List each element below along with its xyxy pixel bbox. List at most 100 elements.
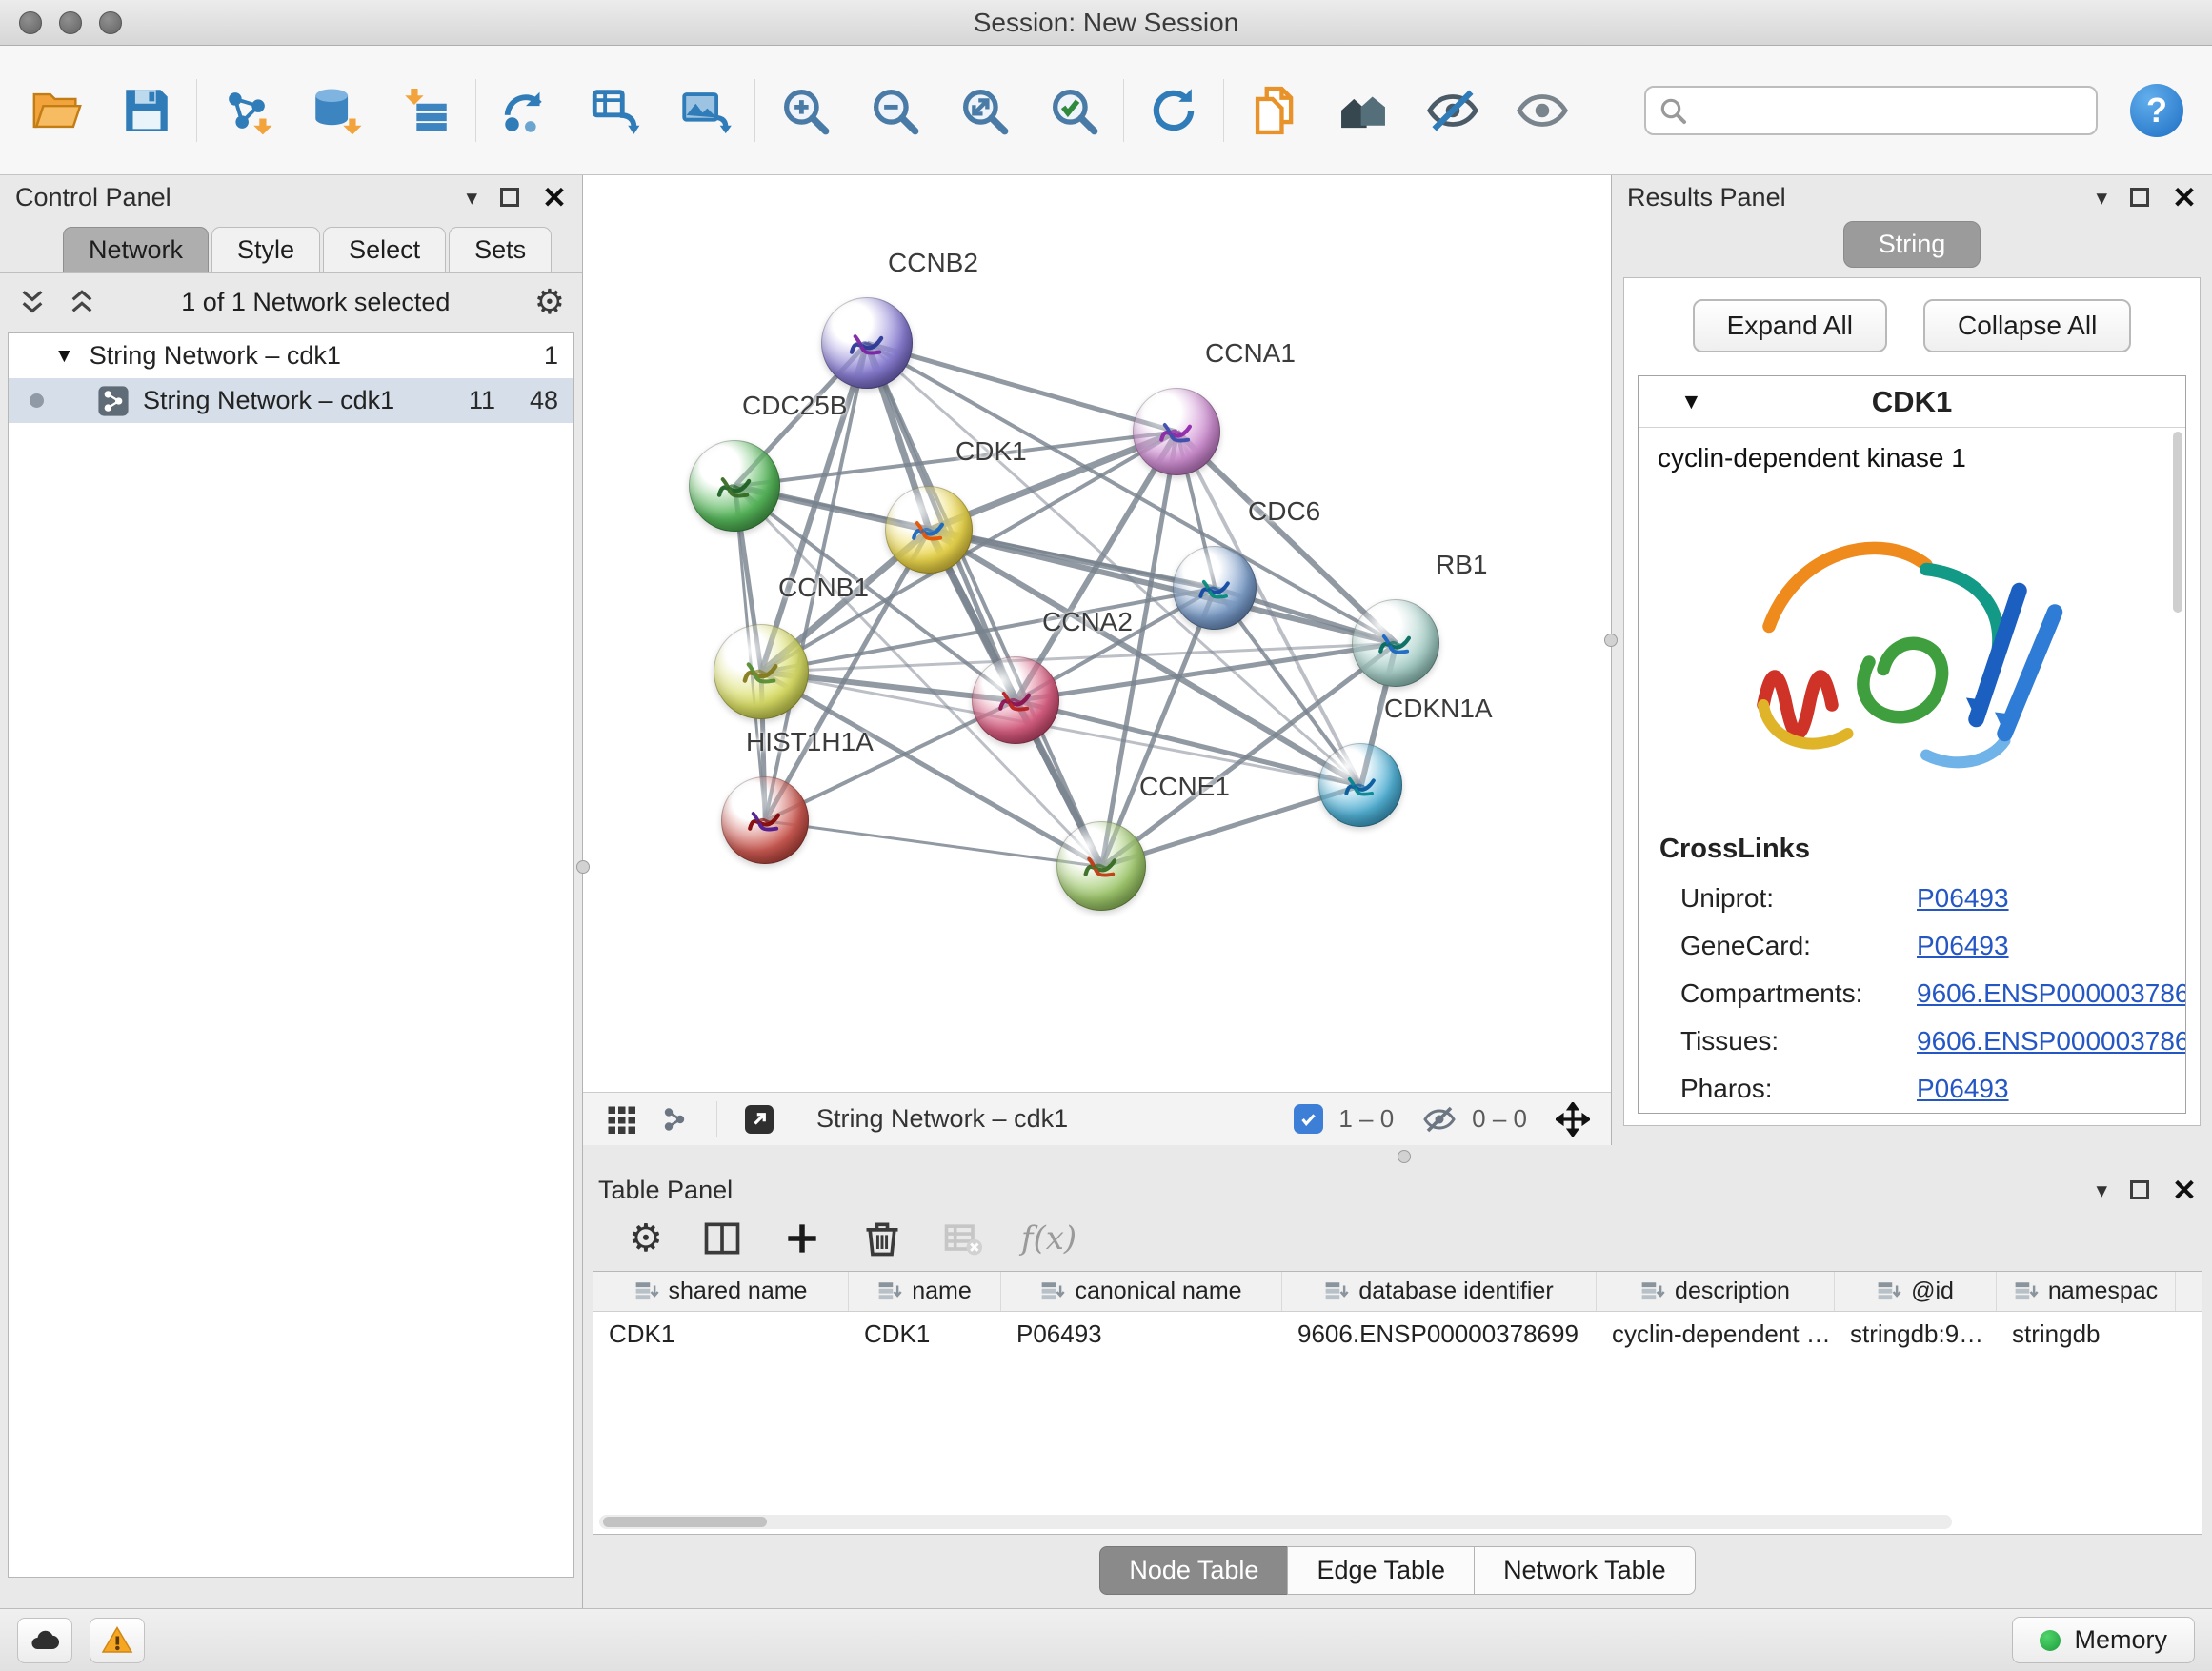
splitter-handle[interactable] <box>576 860 590 874</box>
zoom-fit-button[interactable] <box>950 70 1018 151</box>
grid-view-icon[interactable] <box>604 1102 638 1137</box>
network-node-CDK1[interactable] <box>885 486 973 574</box>
gene-card-header[interactable]: ▼ CDK1 <box>1639 376 2185 428</box>
column-header--id[interactable]: @id <box>1835 1272 1997 1311</box>
table-cell[interactable]: cyclin-dependent … <box>1597 1319 1835 1349</box>
tab-sets[interactable]: Sets <box>449 227 552 272</box>
network-node-CCNA2[interactable] <box>972 656 1059 744</box>
delete-column-icon[interactable] <box>861 1218 903 1259</box>
show-hide-panels-button[interactable] <box>1329 70 1398 151</box>
disclosure-triangle-icon[interactable]: ▼ <box>1680 389 1702 414</box>
network-collection-row[interactable]: ▼ String Network – cdk1 1 <box>9 333 573 378</box>
close-panel-icon[interactable]: ✕ <box>2172 1176 2197 1205</box>
crosslink-value-link[interactable]: P06493 <box>1917 1074 2009 1104</box>
function-builder-icon[interactable]: f(x) <box>1021 1219 1076 1258</box>
tab-style[interactable]: Style <box>211 227 320 272</box>
network-edge[interactable] <box>867 343 1101 867</box>
column-header-canonical-name[interactable]: canonical name <box>1001 1272 1282 1311</box>
collapse-all-button[interactable]: Collapse All <box>1923 299 2131 352</box>
clone-network-button[interactable] <box>581 70 650 151</box>
crosslink-value-link[interactable]: 9606.ENSP00000378699 <box>1917 978 2186 1009</box>
network-node-RB1[interactable] <box>1352 599 1439 687</box>
network-node-CCNA1[interactable] <box>1133 388 1220 475</box>
add-column-icon[interactable] <box>781 1218 823 1259</box>
network-node-CDKN1A[interactable] <box>1318 743 1402 827</box>
cloud-button[interactable] <box>17 1618 72 1663</box>
collapse-all-icon[interactable] <box>17 287 48 317</box>
maximize-panel-icon[interactable] <box>2130 188 2149 207</box>
warnings-button[interactable] <box>90 1618 145 1663</box>
memory-button[interactable]: Memory <box>2012 1617 2195 1663</box>
column-header-name[interactable]: name <box>849 1272 1001 1311</box>
network-node-HIST1H1A[interactable] <box>721 776 809 864</box>
float-panel-icon[interactable]: ▾ <box>2096 1179 2107 1201</box>
open-in-new-icon[interactable] <box>742 1102 776 1137</box>
crosslink-value-link[interactable]: 9606.ENSP00000378699 <box>1917 1026 2186 1057</box>
table-cell[interactable]: P06493 <box>1001 1319 1282 1349</box>
table-settings-gear-icon[interactable]: ⚙ <box>629 1219 663 1258</box>
tab-network-table[interactable]: Network Table <box>1474 1546 1696 1595</box>
import-table-from-file-button[interactable] <box>392 70 460 151</box>
copy-document-button[interactable] <box>1239 70 1308 151</box>
crosslink-value-link[interactable]: P06493 <box>1917 931 2009 961</box>
zoom-selected-button[interactable] <box>1039 70 1108 151</box>
network-overview-icon[interactable] <box>657 1102 692 1137</box>
network-row[interactable]: String Network – cdk1 11 48 <box>9 378 573 423</box>
splitter-handle[interactable] <box>1398 1150 1411 1163</box>
results-tab-string[interactable]: String <box>1843 221 1981 268</box>
window-minimize-button[interactable] <box>59 11 82 34</box>
disclosure-triangle-icon[interactable]: ▼ <box>54 345 74 368</box>
table-row[interactable]: CDK1CDK1P064939606.ENSP00000378699cyclin… <box>593 1312 2202 1356</box>
open-session-button[interactable] <box>23 70 91 151</box>
show-all-button[interactable] <box>1508 70 1577 151</box>
float-panel-icon[interactable]: ▾ <box>466 187 477 209</box>
tab-select[interactable]: Select <box>323 227 446 272</box>
crosslink-value-link[interactable]: P06493 <box>1917 883 2009 914</box>
network-options-gear-icon[interactable]: ⚙ <box>534 285 565 319</box>
close-panel-icon[interactable]: ✕ <box>2172 183 2197 212</box>
results-scrollbar[interactable] <box>2173 432 2182 613</box>
save-session-button[interactable] <box>112 70 181 151</box>
network-node-CCNB1[interactable] <box>714 624 809 719</box>
zoom-out-button[interactable] <box>860 70 929 151</box>
help-button[interactable]: ? <box>2130 84 2183 137</box>
tab-node-table[interactable]: Node Table <box>1099 1546 1288 1595</box>
splitter-handle[interactable] <box>1604 634 1618 647</box>
network-node-CDC6[interactable] <box>1173 546 1257 630</box>
table-cell[interactable]: CDK1 <box>849 1319 1001 1349</box>
column-header-shared-name[interactable]: shared name <box>593 1272 849 1311</box>
maximize-panel-icon[interactable] <box>500 188 519 207</box>
network-node-CCNB2[interactable] <box>821 297 913 389</box>
table-horizontal-scrollbar[interactable] <box>599 1515 1952 1529</box>
tab-network[interactable]: Network <box>63 227 209 272</box>
show-columns-icon[interactable] <box>701 1218 743 1259</box>
network-edge[interactable] <box>765 821 1101 867</box>
hide-selected-button[interactable] <box>1418 70 1487 151</box>
table-cell[interactable]: stringdb <box>1997 1319 2176 1349</box>
network-node-CCNE1[interactable] <box>1056 821 1146 911</box>
new-network-from-selection-button[interactable] <box>492 70 560 151</box>
expand-all-icon[interactable] <box>67 287 97 317</box>
maximize-panel-icon[interactable] <box>2130 1180 2149 1199</box>
search-input[interactable] <box>1644 86 2098 135</box>
column-header-namespac[interactable]: namespac <box>1997 1272 2176 1311</box>
window-close-button[interactable] <box>19 11 42 34</box>
zoom-in-button[interactable] <box>771 70 839 151</box>
selected-checkbox-icon[interactable] <box>1294 1104 1323 1134</box>
float-panel-icon[interactable]: ▾ <box>2096 187 2107 209</box>
column-header-description[interactable]: description <box>1597 1272 1835 1311</box>
network-edge[interactable] <box>867 343 1176 432</box>
horizontal-splitter[interactable] <box>583 1145 2212 1168</box>
table-cell[interactable]: stringdb:9… <box>1835 1319 1997 1349</box>
expand-all-button[interactable]: Expand All <box>1693 299 1887 352</box>
close-panel-icon[interactable]: ✕ <box>542 183 567 212</box>
export-image-button[interactable] <box>671 70 739 151</box>
hidden-eye-icon[interactable] <box>1422 1102 1457 1137</box>
refresh-view-button[interactable] <box>1139 70 1208 151</box>
scrollbar-thumb[interactable] <box>603 1517 767 1527</box>
table-cell[interactable]: CDK1 <box>593 1319 849 1349</box>
network-node-CDC25B[interactable] <box>689 440 780 532</box>
table-cell[interactable]: 9606.ENSP00000378699 <box>1282 1319 1597 1349</box>
tab-edge-table[interactable]: Edge Table <box>1287 1546 1475 1595</box>
column-header-database-identifier[interactable]: database identifier <box>1282 1272 1597 1311</box>
